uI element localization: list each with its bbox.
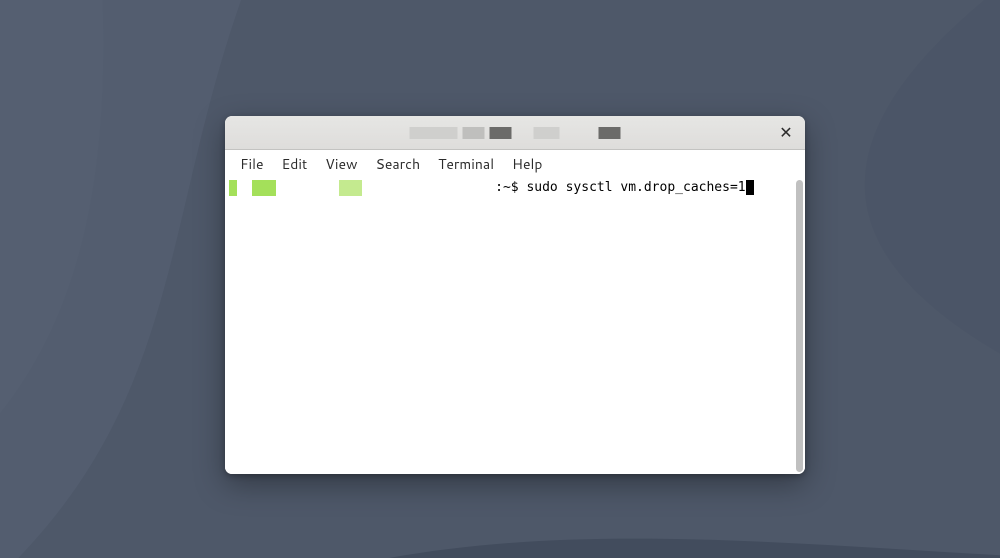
menubar: File Edit View Search Terminal Help xyxy=(225,150,805,178)
prompt-line: a aaa aaa :~$ sudo sysctl vm.drop_caches… xyxy=(229,180,790,196)
terminal-window: ✕ File Edit View Search Terminal Help a … xyxy=(225,116,805,474)
window-title xyxy=(410,127,621,139)
scrollbar-thumb[interactable] xyxy=(796,180,803,472)
menu-view[interactable]: View xyxy=(316,151,366,177)
close-icon: ✕ xyxy=(779,121,792,144)
menu-edit[interactable]: Edit xyxy=(273,151,317,177)
prompt-user-redacted: a xyxy=(229,180,237,196)
menu-help[interactable]: Help xyxy=(503,151,551,177)
menu-search[interactable]: Search xyxy=(367,151,430,177)
prompt-user-redacted: aaa xyxy=(252,180,275,196)
command-text: sudo sysctl vm.drop_caches=1 xyxy=(526,180,745,195)
text-cursor xyxy=(746,180,754,195)
menu-file[interactable]: File xyxy=(231,151,273,177)
window-titlebar[interactable]: ✕ xyxy=(225,116,805,150)
vertical-scrollbar[interactable] xyxy=(794,178,805,474)
terminal-output[interactable]: a aaa aaa :~$ sudo sysctl vm.drop_caches… xyxy=(225,178,794,474)
close-button[interactable]: ✕ xyxy=(775,122,797,144)
terminal-area: a aaa aaa :~$ sudo sysctl vm.drop_caches… xyxy=(225,178,805,474)
prompt-tail: :~$ xyxy=(495,180,526,195)
menu-terminal[interactable]: Terminal xyxy=(429,151,503,177)
prompt-host-redacted: aaa xyxy=(339,180,362,196)
